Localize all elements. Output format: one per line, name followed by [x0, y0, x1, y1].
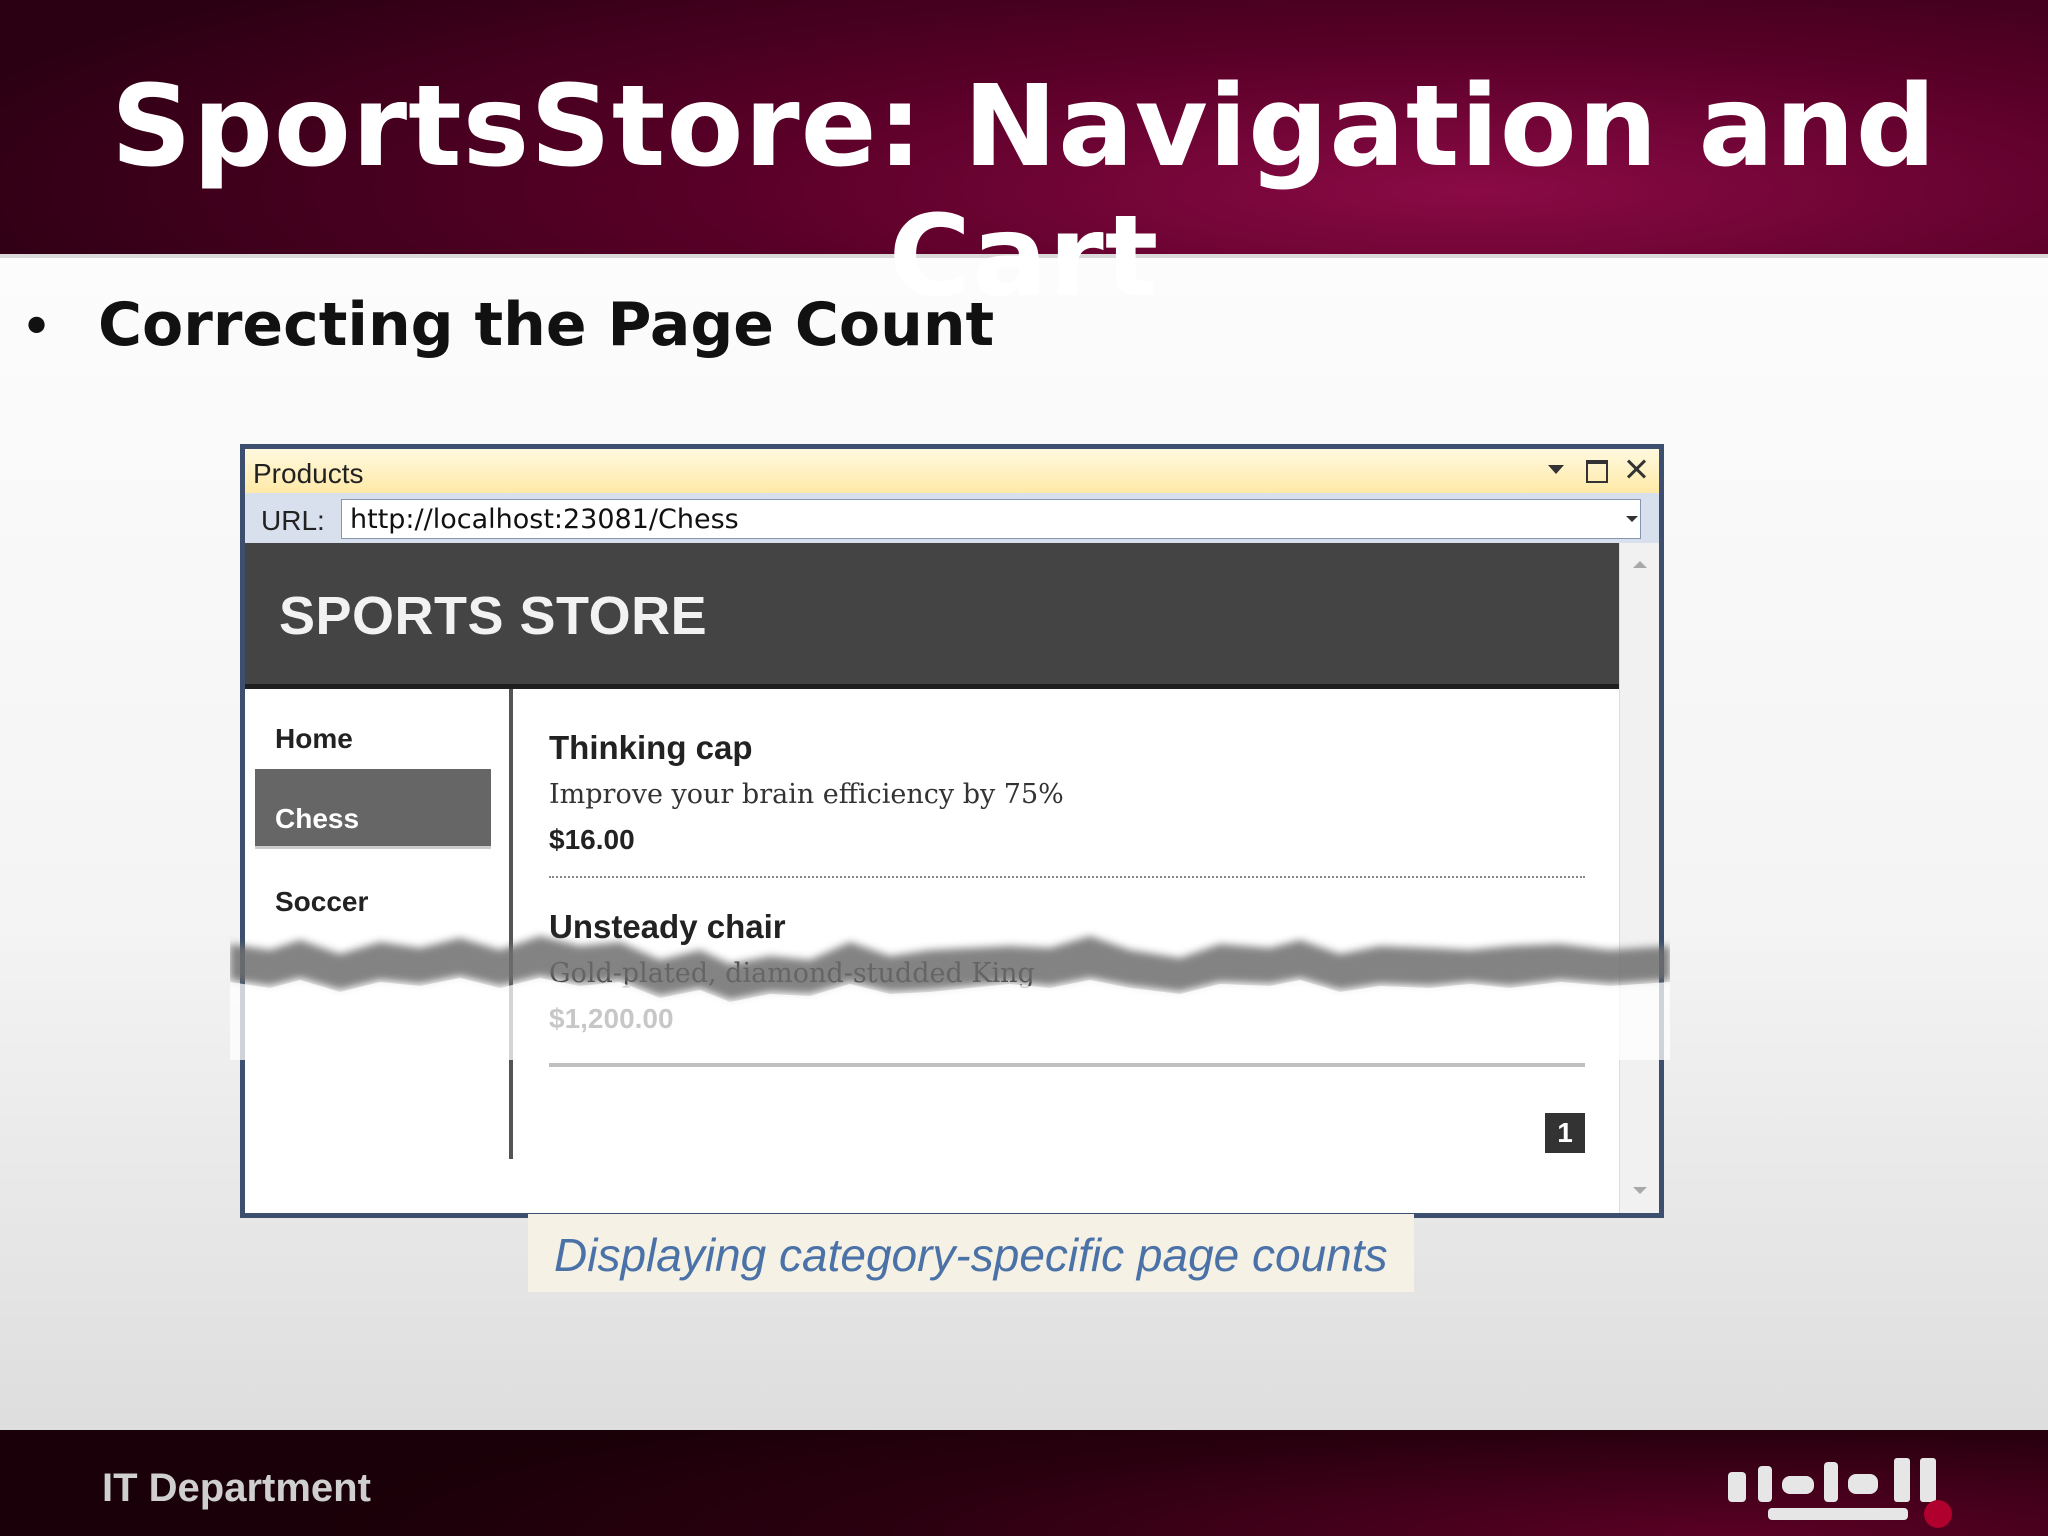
- category-nav: Home Chess Soccer: [245, 689, 513, 1159]
- figure-caption: Displaying category-specific page counts: [528, 1214, 1414, 1292]
- product-description: Improve your brain efficiency by 75%: [549, 779, 1064, 810]
- product-description: Gold-plated, diamond-studded King: [549, 958, 1035, 989]
- window-controls: [1543, 456, 1649, 483]
- bullet-marker: •: [20, 295, 54, 360]
- product-price: $1,200.00: [549, 1003, 674, 1034]
- window-title: Products: [253, 458, 364, 489]
- slide-header: SportsStore: Navigation and Cart: [0, 0, 2048, 322]
- maximize-icon[interactable]: [1583, 456, 1609, 483]
- url-dropdown-icon[interactable]: [1621, 507, 1645, 531]
- bullet-text: Correcting the Page Count: [98, 290, 995, 360]
- window-titlebar: Products: [245, 449, 1659, 493]
- product-item: Thinking cap Improve your brain efficien…: [549, 689, 1585, 878]
- vertical-scrollbar[interactable]: [1619, 543, 1659, 1213]
- product-item: Unsteady chair Gold-plated, diamond-stud…: [549, 878, 1585, 1067]
- store-title: SPORTS STORE: [279, 586, 708, 646]
- scroll-up-icon[interactable]: [1632, 557, 1648, 573]
- url-label: URL:: [261, 505, 325, 536]
- list-bottom-divider: [549, 1063, 1585, 1067]
- product-name: Thinking cap: [549, 729, 753, 766]
- page-viewport: SPORTS STORE Home Chess Soccer Thinking …: [245, 543, 1619, 1213]
- close-icon[interactable]: [1623, 456, 1649, 482]
- url-input[interactable]: [341, 499, 1641, 539]
- store-header: SPORTS STORE: [245, 543, 1619, 689]
- nav-item-home[interactable]: Home: [255, 689, 491, 769]
- slide-title: SportsStore: Navigation and Cart: [111, 62, 1937, 322]
- product-name: Unsteady chair: [549, 908, 786, 945]
- url-bar: URL:: [245, 493, 1659, 543]
- browser-window: Products URL: SPORTS STORE Home Chess So…: [240, 444, 1664, 1218]
- dropdown-arrow-icon[interactable]: [1543, 456, 1569, 482]
- product-list: Thinking cap Improve your brain efficien…: [549, 689, 1585, 1169]
- company-logo-icon: [1728, 1458, 1952, 1528]
- nav-item-chess[interactable]: Chess: [255, 769, 491, 849]
- caption-text: Displaying category-specific page counts: [554, 1229, 1388, 1281]
- scroll-down-icon[interactable]: [1632, 1183, 1648, 1199]
- slide-footer: IT Department: [0, 1430, 2048, 1536]
- nav-item-soccer[interactable]: Soccer: [255, 852, 491, 932]
- page-link-1[interactable]: 1: [1545, 1113, 1585, 1153]
- product-price: $16.00: [549, 824, 635, 855]
- footer-department: IT Department: [102, 1466, 371, 1510]
